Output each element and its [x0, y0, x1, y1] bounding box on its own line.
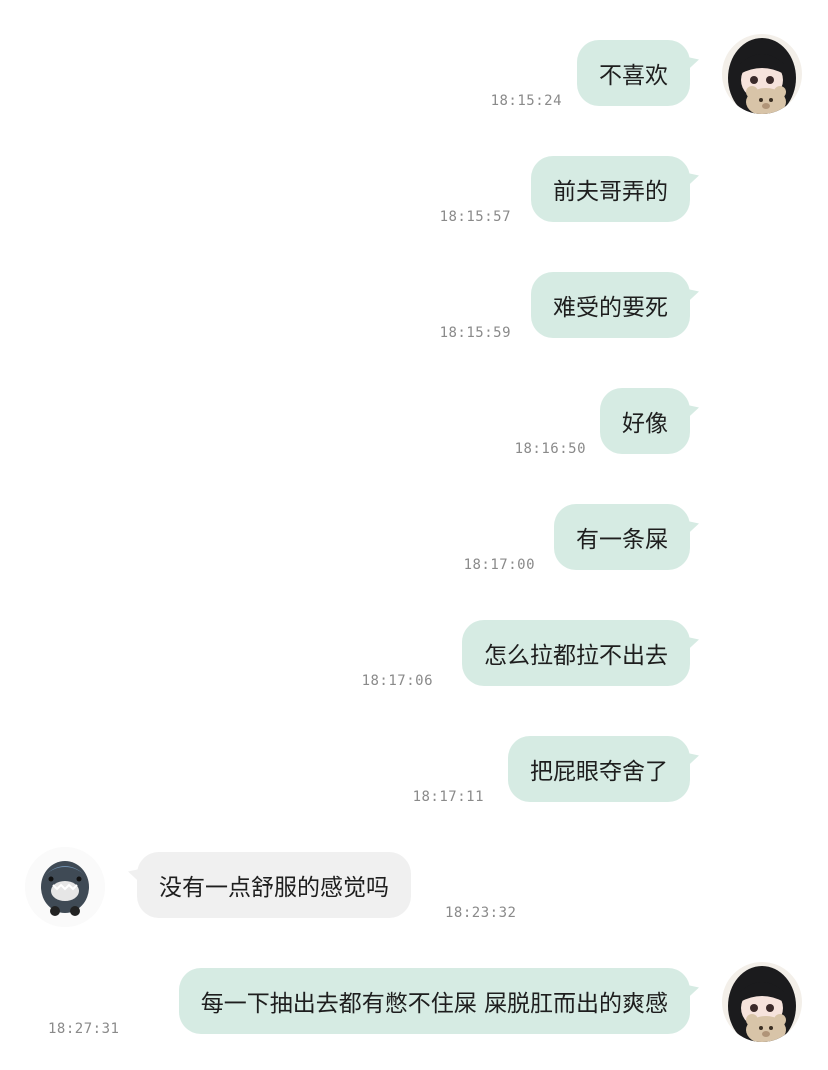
- message-text: 每一下抽出去都有憋不住屎 屎脱肛而出的爽感: [200, 991, 668, 1017]
- message-text: 难受的要死: [553, 295, 668, 321]
- my-avatar[interactable]: [722, 962, 802, 1042]
- message-bubble-outgoing[interactable]: 前夫哥弄的: [531, 156, 690, 222]
- message-bubble-outgoing[interactable]: 好像: [600, 388, 690, 454]
- message-timestamp: 18:23:32: [445, 905, 517, 921]
- my-avatar[interactable]: [722, 34, 802, 114]
- message-timestamp: 18:15:57: [439, 209, 511, 225]
- message-text: 有一条屎: [576, 527, 668, 553]
- girl-avatar-icon: [722, 34, 802, 114]
- message-timestamp: 18:17:11: [412, 789, 484, 805]
- message-timestamp: 18:17:00: [463, 557, 535, 573]
- message-timestamp: 18:17:06: [361, 673, 433, 689]
- message-timestamp: 18:15:59: [439, 325, 511, 341]
- message-bubble-outgoing[interactable]: 不喜欢: [577, 40, 690, 106]
- message-timestamp: 18:27:31: [48, 1021, 120, 1037]
- shark-avatar-icon: [25, 847, 105, 927]
- message-text: 怎么拉都拉不出去: [484, 643, 668, 669]
- message-timestamp: 18:16:50: [514, 441, 586, 457]
- message-bubble-outgoing[interactable]: 每一下抽出去都有憋不住屎 屎脱肛而出的爽感: [178, 968, 690, 1034]
- message-text: 把屁眼夺舍了: [530, 759, 668, 785]
- message-text: 前夫哥弄的: [553, 179, 668, 205]
- chat-thread: 不喜欢 18:15:24 前夫哥弄的 18:15:57 难受的要死 18:15:…: [0, 0, 828, 1070]
- contact-avatar[interactable]: [25, 847, 105, 927]
- message-text: 好像: [622, 411, 668, 437]
- message-bubble-incoming[interactable]: 没有一点舒服的感觉吗: [137, 852, 411, 918]
- message-bubble-outgoing[interactable]: 怎么拉都拉不出去: [462, 620, 690, 686]
- message-bubble-outgoing[interactable]: 难受的要死: [531, 272, 690, 338]
- message-bubble-outgoing[interactable]: 有一条屎: [554, 504, 690, 570]
- girl-avatar-icon: [722, 962, 802, 1042]
- message-text: 没有一点舒服的感觉吗: [159, 875, 389, 901]
- message-timestamp: 18:15:24: [490, 93, 562, 109]
- message-text: 不喜欢: [599, 63, 668, 89]
- message-bubble-outgoing[interactable]: 把屁眼夺舍了: [508, 736, 690, 802]
